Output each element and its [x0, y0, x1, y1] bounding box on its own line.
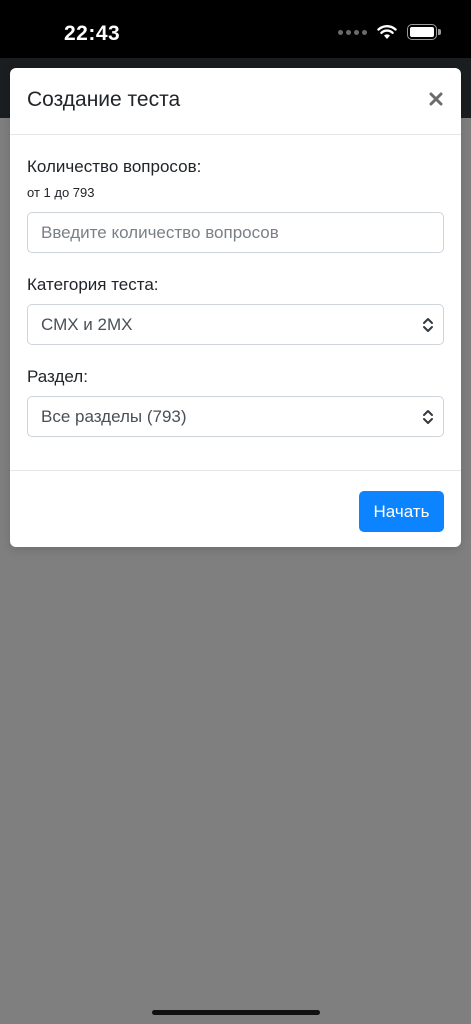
modal-footer: Начать [10, 471, 461, 546]
chevron-up-down-icon [423, 410, 433, 424]
app-screen: 22:43 Создание теста Количество вопросов… [0, 0, 471, 1024]
chevron-up-down-icon [423, 318, 433, 332]
battery-icon [407, 24, 441, 40]
questions-range-hint: от 1 до 793 [27, 185, 95, 200]
questions-count-input[interactable]: Введите количество вопросов [27, 212, 444, 253]
create-test-modal: Создание теста Количество вопросов: от 1… [10, 68, 461, 547]
section-selected-value: Все разделы (793) [41, 406, 187, 426]
category-label: Категория теста: [27, 275, 159, 294]
start-button[interactable]: Начать [359, 491, 444, 532]
status-time: 22:43 [64, 22, 121, 45]
category-selected-value: СМХ и 2МХ [41, 314, 133, 334]
signal-dots-icon [338, 29, 367, 35]
modal-body: Количество вопросов: от 1 до 793 Введите… [10, 135, 461, 471]
home-indicator [152, 1010, 320, 1015]
modal-header: Создание теста [10, 68, 461, 135]
status-bar: 22:43 [0, 0, 471, 58]
section-label: Раздел: [27, 367, 88, 386]
status-icons [338, 24, 441, 40]
category-select[interactable]: СМХ и 2МХ [27, 304, 444, 345]
section-select[interactable]: Все разделы (793) [27, 396, 444, 437]
questions-count-label: Количество вопросов: [27, 157, 202, 176]
close-button[interactable] [423, 86, 449, 112]
close-icon [429, 92, 443, 106]
modal-title: Создание теста [27, 88, 181, 111]
wifi-icon [377, 25, 397, 39]
